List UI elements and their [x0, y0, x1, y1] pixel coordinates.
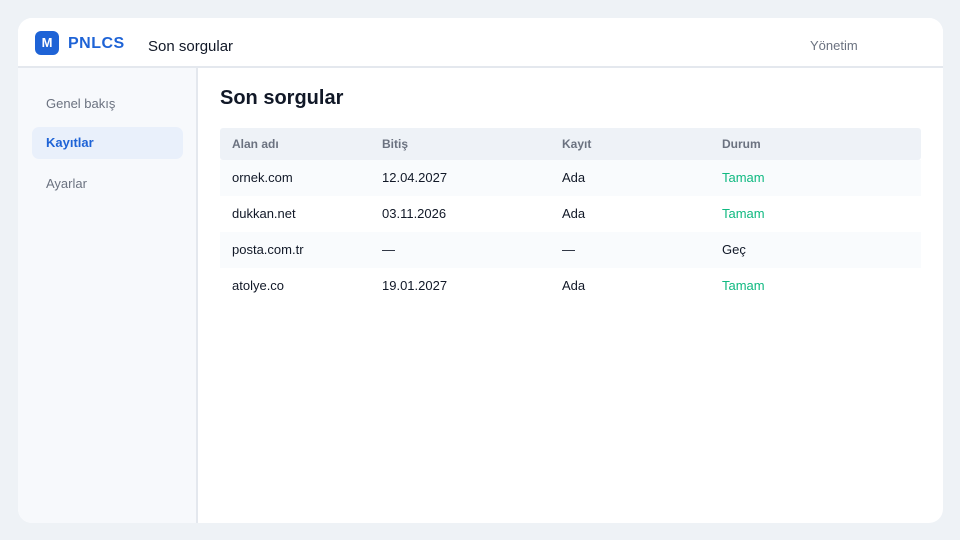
sidebar: Genel bakış Kayıtlar Ayarlar [18, 68, 198, 523]
column-header-status: Durum [722, 137, 761, 151]
registrar-cell: Ada [562, 206, 586, 221]
sidebar-item-overview[interactable]: Genel bakış [32, 88, 183, 120]
status-cell: Geç [722, 242, 746, 257]
table-row[interactable]: posta.com.tr — — Geç [220, 232, 921, 268]
status-cell: Tamam [722, 278, 765, 293]
domain-cell: dukkan.net [232, 206, 296, 221]
brand-name: PNLCS [68, 35, 125, 52]
expiry-cell: 19.01.2027 [382, 278, 448, 293]
top-bar: M PNLCS Son sorgular Yönetim [18, 18, 943, 68]
status-cell: Tamam [722, 170, 765, 185]
sidebar-item-records[interactable]: Kayıtlar [32, 127, 183, 159]
main-content: Son sorgular Alan adı Bitiş Kayıt Durum … [198, 68, 943, 523]
table-header: Alan adı Bitiş Kayıt Durum [220, 128, 921, 160]
results-table: Alan adı Bitiş Kayıt Durum ornek.com 12.… [220, 128, 921, 304]
table-row[interactable]: ornek.com 12.04.2027 Ada Tamam [220, 160, 921, 196]
domain-cell: ornek.com [232, 170, 293, 185]
column-header-registrar: Kayıt [562, 137, 592, 151]
column-header-domain: Alan adı [232, 137, 279, 151]
logo-icon: M [35, 31, 59, 55]
registrar-cell: Ada [562, 278, 586, 293]
registrar-cell: — [562, 242, 575, 257]
sidebar-item-settings[interactable]: Ayarlar [32, 168, 183, 200]
domain-cell: posta.com.tr [232, 242, 304, 257]
expiry-cell: 03.11.2026 [382, 206, 447, 221]
table-row[interactable]: dukkan.net 03.11.2026 Ada Tamam [220, 196, 921, 232]
table-row[interactable]: atolye.co 19.01.2027 Ada Tamam [220, 268, 921, 304]
admin-link[interactable]: Yönetim [810, 38, 858, 53]
registrar-cell: Ada [562, 170, 586, 185]
header-title: Son sorgular [148, 38, 234, 55]
page-title: Son sorgular [220, 87, 344, 109]
status-cell: Tamam [722, 206, 765, 221]
expiry-cell: 12.04.2027 [382, 170, 448, 185]
column-header-expiry: Bitiş [382, 137, 409, 151]
domain-cell: atolye.co [232, 278, 285, 293]
app-window: M PNLCS Son sorgular Yönetim Genel bakış… [18, 18, 943, 523]
expiry-cell: — [382, 242, 395, 257]
